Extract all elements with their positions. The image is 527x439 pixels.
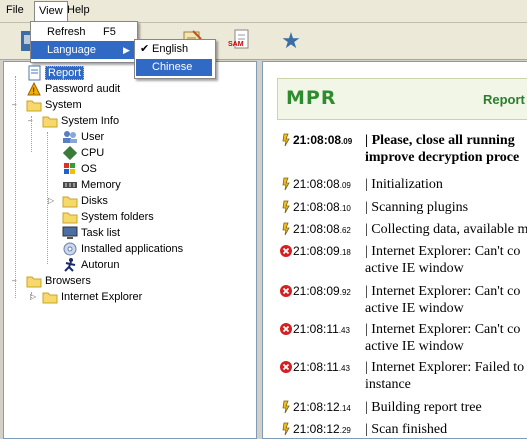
log-timestamp: 21:08:12.14: [293, 400, 351, 414]
warning-icon: !: [26, 81, 42, 97]
favorites-button[interactable]: ★: [277, 27, 305, 55]
menu-bar: File View Help: [0, 0, 527, 23]
tree-item-cpu[interactable]: CPU: [62, 145, 104, 161]
folder-icon: [42, 289, 58, 305]
star-icon: ★: [281, 28, 301, 53]
menu-view[interactable]: View: [34, 1, 68, 21]
sam-label: SAM: [228, 41, 244, 48]
tree-item-user[interactable]: User: [62, 129, 104, 145]
report-panel: MPR Report 21:08:08.09 | Please, close al…: [262, 61, 527, 439]
menu-file[interactable]: File: [6, 4, 24, 16]
log-timestamp: 21:08:08.09: [293, 133, 353, 147]
tree-item-memory[interactable]: Memory: [62, 177, 121, 193]
expand-internet-explorer-toggle[interactable]: ▷: [30, 293, 37, 301]
info-icon: [279, 176, 293, 192]
folder-icon: [62, 193, 78, 209]
info-icon: [279, 199, 293, 215]
log-message: | Internet Explorer: Can't co: [365, 284, 521, 299]
sam-button[interactable]: SAM: [226, 27, 254, 55]
log-message: | Scan finished: [365, 422, 448, 437]
log-timestamp: 21:08:11.43: [293, 322, 350, 336]
log-message-continued: active IE window: [365, 261, 464, 276]
tree-item-os[interactable]: OS: [62, 161, 97, 177]
mpr-logo: MPR: [286, 87, 337, 109]
collapse-system-info-toggle[interactable]: –: [28, 117, 35, 125]
tree-item-password-audit[interactable]: ! Password audit: [26, 81, 120, 97]
cd-icon: [62, 241, 78, 257]
tree-item-system-folders[interactable]: System folders: [62, 209, 154, 225]
info-icon: [279, 399, 293, 415]
error-icon: [279, 321, 293, 337]
log-message-continued: instance: [365, 377, 411, 392]
tree-item-system[interactable]: System: [26, 97, 82, 113]
log-message: | Internet Explorer: Failed to: [365, 360, 525, 375]
tree-item-task-list[interactable]: Task list: [62, 225, 120, 241]
menu-item-language[interactable]: Language ▶: [31, 41, 135, 59]
log-message: | Internet Explorer: Can't co: [365, 322, 521, 337]
log-message: | Please, close all running: [365, 133, 515, 148]
refresh-shortcut: F5: [103, 26, 116, 38]
log-message: | Collecting data, available m: [365, 222, 527, 237]
users-icon: [62, 129, 78, 145]
log-message: | Scanning plugins: [365, 200, 469, 215]
menu-item-refresh[interactable]: Refresh F5: [31, 23, 135, 41]
tree-item-autorun[interactable]: Autorun: [62, 257, 120, 273]
menu-help[interactable]: Help: [67, 4, 90, 16]
error-icon: [279, 359, 293, 375]
info-icon: [279, 132, 293, 148]
folder-icon: [62, 209, 78, 225]
log-timestamp: 21:08:12.29: [293, 422, 351, 436]
error-icon: [279, 243, 293, 259]
tree-item-report[interactable]: Report: [26, 65, 85, 81]
report-icon: [26, 65, 42, 81]
log-message: | Building report tree: [365, 400, 482, 415]
tree-item-installed-applications[interactable]: Installed applications: [62, 241, 183, 257]
log-message-continued: active IE window: [365, 339, 464, 354]
runner-icon: [62, 257, 78, 273]
menu-item-chinese[interactable]: Chinese: [136, 59, 212, 76]
info-icon: [279, 421, 293, 437]
collapse-system-toggle[interactable]: –: [12, 101, 19, 109]
log-message: | Initialization: [365, 177, 443, 192]
log-message-continued: improve decryption proce: [365, 150, 520, 165]
svg-text:!: !: [33, 86, 36, 96]
folder-open-icon: [26, 97, 42, 113]
tree-item-internet-explorer[interactable]: Internet Explorer: [42, 289, 142, 305]
submenu-arrow-icon: ▶: [123, 45, 130, 55]
log-timestamp: 21:08:09.18: [293, 244, 351, 258]
cpu-icon: [62, 145, 78, 161]
windows-logo-icon: [62, 161, 78, 177]
report-banner: MPR Report: [277, 78, 527, 120]
log-timestamp: 21:08:11.43: [293, 360, 350, 374]
tree-item-system-info[interactable]: System Info: [42, 113, 119, 129]
log-timestamp: 21:08:09.92: [293, 284, 351, 298]
memory-icon: [62, 177, 78, 193]
check-icon: ✔: [140, 43, 150, 55]
log-timestamp: 21:08:08.09: [293, 177, 351, 191]
log-message-continued: active IE window: [365, 301, 464, 316]
language-submenu: ✔ English Chinese: [134, 39, 216, 79]
monitor-icon: [62, 225, 78, 241]
log-timestamp: 21:08:08.10: [293, 200, 351, 214]
expand-disks-toggle[interactable]: ▷: [48, 197, 55, 205]
menu-item-english[interactable]: ✔ English: [136, 41, 212, 58]
collapse-browsers-toggle[interactable]: –: [12, 277, 19, 285]
folder-open-icon: [42, 113, 58, 129]
folder-open-icon: [26, 273, 42, 289]
log-timestamp: 21:08:08.62: [293, 222, 351, 236]
info-icon: [279, 221, 293, 237]
log-message: | Internet Explorer: Can't co: [365, 244, 521, 259]
navigation-tree: Report ! Password audit – System – Syste…: [3, 61, 257, 439]
tree-item-browsers[interactable]: Browsers: [26, 273, 91, 289]
tree-item-disks[interactable]: Disks: [62, 193, 108, 209]
report-title: Report: [483, 92, 525, 107]
error-icon: [279, 283, 293, 299]
view-menu-dropdown: Refresh F5 Language ▶: [30, 21, 138, 63]
